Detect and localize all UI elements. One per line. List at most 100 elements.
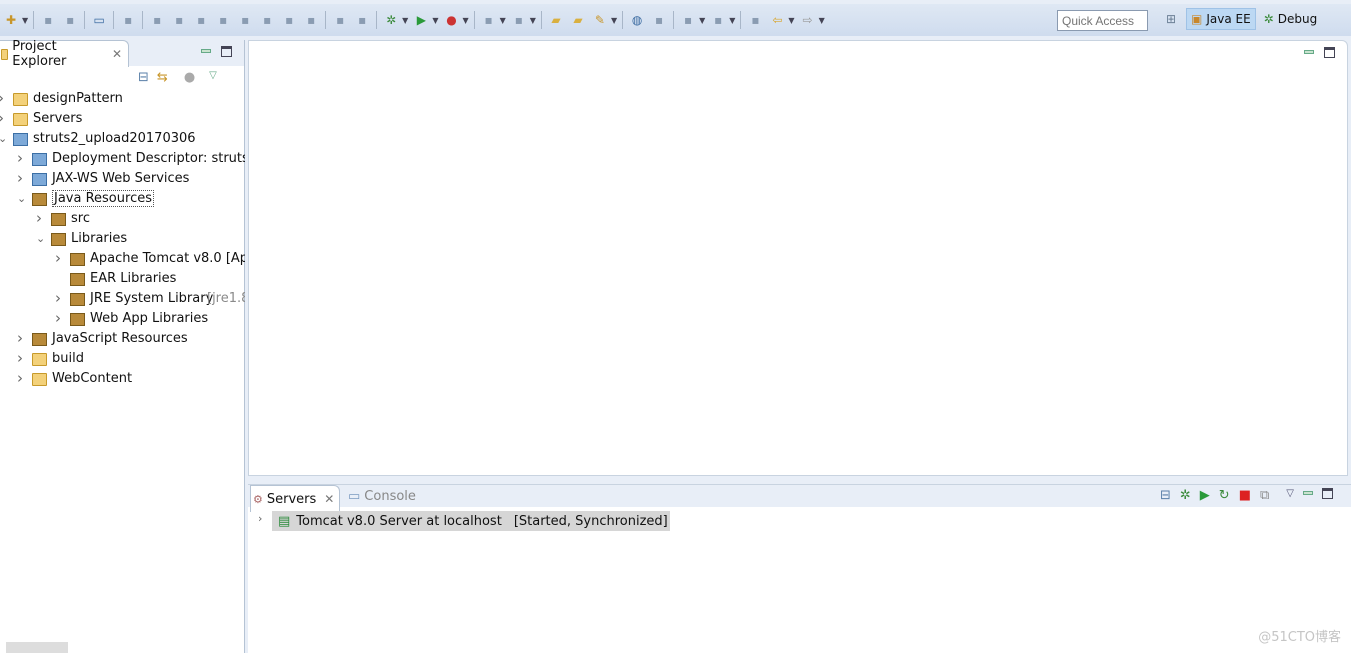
tree-item[interactable]: › JAX-WS Web Services <box>0 170 245 190</box>
drop-to-frame-icon[interactable]: ▪ <box>303 12 319 28</box>
tree-item[interactable]: › JRE System Library[jre1.8] <box>0 290 245 310</box>
publish-icon[interactable]: ⧉ <box>1260 488 1269 503</box>
tree-item[interactable]: › Servers <box>0 110 245 130</box>
tree-item[interactable]: › JavaScript Resources <box>0 330 245 350</box>
dropdown-arrow-icon[interactable]: ▼ <box>402 16 408 25</box>
deploy-icon[interactable]: ▪ <box>651 12 667 28</box>
tree-item[interactable]: › Deployment Descriptor: struts2_upload20… <box>0 150 245 170</box>
close-icon[interactable]: ✕ <box>324 492 334 506</box>
chevron-right-icon[interactable]: › <box>17 350 23 367</box>
minimize-button[interactable] <box>1304 50 1314 54</box>
link-with-editor-icon[interactable]: ⇆ <box>157 70 168 85</box>
start-server-icon[interactable]: ▶ <box>1200 488 1210 503</box>
dropdown-arrow-icon[interactable]: ▼ <box>819 16 825 25</box>
step-over-icon[interactable]: ▪ <box>259 12 275 28</box>
chevron-down-icon[interactable]: ⌄ <box>36 232 45 245</box>
chevron-right-icon[interactable]: › <box>0 110 4 127</box>
debug-server-icon[interactable]: ✲ <box>1180 488 1191 503</box>
dropdown-arrow-icon[interactable]: ▼ <box>462 16 468 25</box>
suspend-icon[interactable]: ▪ <box>171 12 187 28</box>
new-icon[interactable]: ✚ <box>3 12 19 28</box>
tree-item[interactable]: ⌄ struts2_upload20170306 <box>0 130 245 150</box>
server-row[interactable]: ▤ Tomcat v8.0 Server at localhost [Start… <box>272 511 670 531</box>
perspective-debug[interactable]: ✲ Debug <box>1260 9 1322 29</box>
step-into-icon[interactable]: ▪ <box>237 12 253 28</box>
chevron-right-icon[interactable]: › <box>17 170 23 187</box>
chevron-down-icon[interactable]: ⌄ <box>0 132 7 145</box>
perspective-java-ee[interactable]: ▣ Java EE <box>1186 8 1256 30</box>
maximize-button[interactable] <box>221 46 232 57</box>
chevron-right-icon[interactable]: › <box>17 150 23 167</box>
collapse-all-icon[interactable]: ⊟ <box>138 70 149 85</box>
run-icon[interactable]: ▶ <box>413 12 429 28</box>
tree-item[interactable]: EAR Libraries <box>0 270 245 290</box>
tree-item[interactable]: › Web App Libraries <box>0 310 245 330</box>
open-type-icon[interactable]: ▪ <box>354 12 370 28</box>
horizontal-scrollbar[interactable] <box>6 642 68 653</box>
maximize-button[interactable] <box>1322 488 1333 499</box>
maximize-button[interactable] <box>1324 47 1335 58</box>
debug-icon[interactable]: ✲ <box>383 12 399 28</box>
quick-access-input[interactable] <box>1057 10 1148 31</box>
chevron-down-icon[interactable]: ⌄ <box>17 192 26 205</box>
tree-item[interactable]: › designPattern <box>0 90 245 110</box>
chevron-right-icon[interactable]: › <box>0 90 4 107</box>
open-perspective-icon[interactable]: ⊞ <box>1163 11 1179 27</box>
chevron-right-icon[interactable]: › <box>17 370 23 387</box>
resume-icon[interactable]: ▪ <box>149 12 165 28</box>
new-java-project-icon[interactable]: ▪ <box>481 12 497 28</box>
stop-server-icon[interactable]: ■ <box>1239 488 1251 503</box>
tree-item[interactable]: ⌄ Libraries <box>0 230 245 250</box>
next-annotation-icon[interactable]: ▪ <box>680 12 696 28</box>
use-step-filters-icon[interactable]: ▪ <box>332 12 348 28</box>
save-all-icon[interactable]: ▪ <box>62 12 78 28</box>
minimize-button[interactable] <box>201 49 211 53</box>
disconnect-icon[interactable]: ▪ <box>215 12 231 28</box>
view-menu-icon[interactable]: ▽ <box>209 70 217 85</box>
tab-project-explorer[interactable]: Project Explorer ✕ <box>0 39 129 69</box>
dropdown-arrow-icon[interactable]: ▼ <box>788 16 794 25</box>
new-server-icon[interactable]: ▪ <box>511 12 527 28</box>
chevron-right-icon[interactable]: › <box>36 210 42 227</box>
external-tools-icon[interactable]: ● <box>443 12 459 28</box>
skip-breakpoints-icon[interactable]: ▪ <box>120 12 136 28</box>
forward-icon[interactable]: ⇨ <box>800 12 816 28</box>
tree-item[interactable]: › build <box>0 350 245 370</box>
last-edit-icon[interactable]: ▪ <box>747 12 763 28</box>
dropdown-arrow-icon[interactable]: ▼ <box>530 16 536 25</box>
dropdown-arrow-icon[interactable]: ▼ <box>500 16 506 25</box>
dropdown-arrow-icon[interactable]: ▼ <box>611 16 617 25</box>
chevron-right-icon[interactable]: › <box>55 290 61 307</box>
view-menu-icon[interactable]: ▽ <box>1286 488 1294 503</box>
collapse-all-icon[interactable]: ⊟ <box>1160 488 1171 503</box>
previous-annotation-icon[interactable]: ▪ <box>710 12 726 28</box>
step-return-icon[interactable]: ▪ <box>281 12 297 28</box>
back-icon[interactable]: ⇦ <box>769 12 785 28</box>
tree-item[interactable]: › src <box>0 210 245 230</box>
profile-server-icon[interactable]: ↻ <box>1219 488 1230 503</box>
chevron-right-icon[interactable]: › <box>17 330 23 347</box>
tree-item[interactable]: › WebContent <box>0 370 245 390</box>
web-browser-icon[interactable]: ◍ <box>629 12 645 28</box>
dropdown-arrow-icon[interactable]: ▼ <box>22 16 28 25</box>
dropdown-arrow-icon[interactable]: ▼ <box>432 16 438 25</box>
chevron-right-icon[interactable]: › <box>55 310 61 327</box>
minimize-button[interactable] <box>1303 491 1313 495</box>
tab-servers[interactable]: ⚙ Servers ✕ <box>250 485 340 512</box>
dropdown-arrow-icon[interactable]: ▼ <box>699 16 705 25</box>
terminate-icon[interactable]: ▪ <box>193 12 209 28</box>
console-icon[interactable]: ▭ <box>91 12 107 28</box>
filter-icon[interactable]: ● <box>184 70 195 85</box>
project-icon <box>32 153 47 166</box>
expand-arrow-icon[interactable]: › <box>258 512 262 525</box>
save-icon[interactable]: ▪ <box>40 12 56 28</box>
search-icon[interactable]: ✎ <box>592 12 608 28</box>
dropdown-arrow-icon[interactable]: ▼ <box>729 16 735 25</box>
tree-item[interactable]: › Apache Tomcat v8.0 [Apache Tomcat v8.0] <box>0 250 245 270</box>
tree-item[interactable]: ⌄ Java Resources <box>0 190 245 210</box>
open-folder-icon[interactable]: ▰ <box>548 12 564 28</box>
open-task-icon[interactable]: ▰ <box>570 12 586 28</box>
tab-console[interactable]: ▭ Console <box>348 489 416 504</box>
chevron-right-icon[interactable]: › <box>55 250 61 267</box>
close-icon[interactable]: ✕ <box>112 47 122 61</box>
